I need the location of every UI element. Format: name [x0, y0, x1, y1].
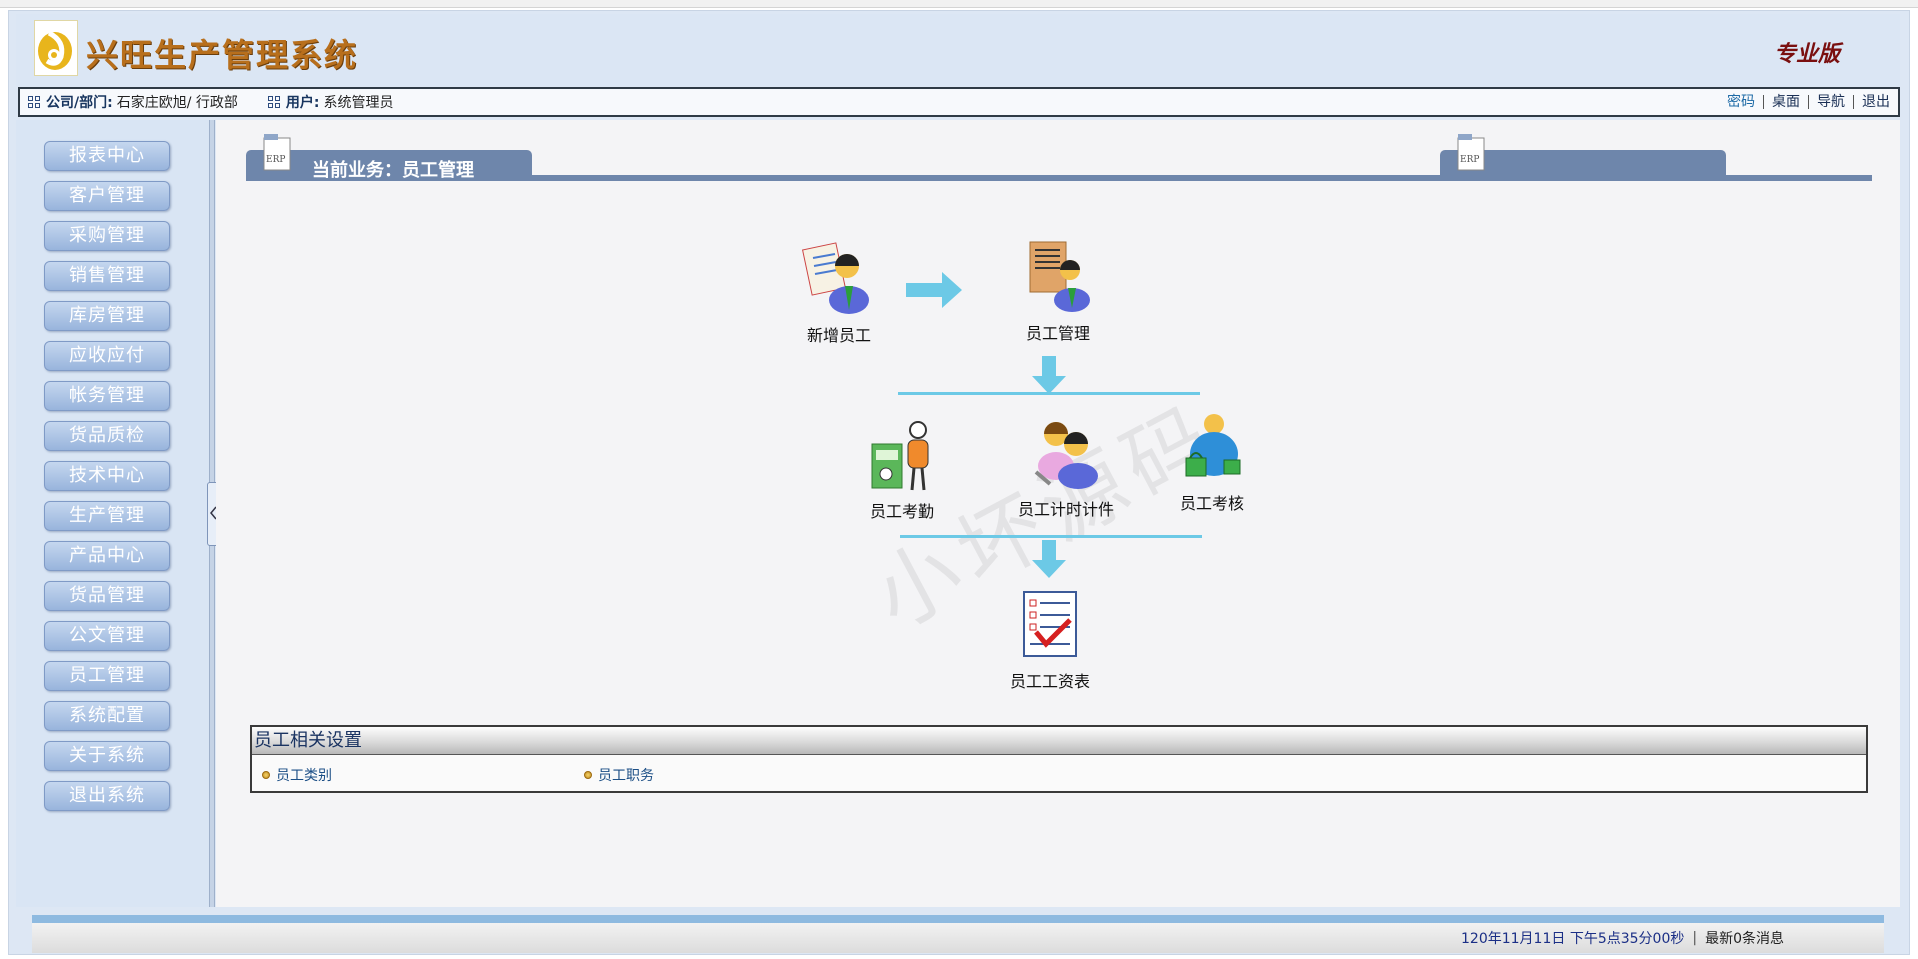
- sidebar-item-purchase[interactable]: 采购管理: [44, 221, 170, 251]
- sidebar-item-warehouse[interactable]: 库房管理: [44, 301, 170, 331]
- footer-messages[interactable]: 最新0条消息: [1705, 928, 1784, 948]
- employee-management-node[interactable]: 员工管理: [1008, 238, 1108, 344]
- footer-accent-bar: [32, 915, 1884, 923]
- status-footer: 120年11月11日 下午5点35分00秒 | 最新0条消息: [32, 923, 1884, 953]
- add-employee-label: 新增员工: [806, 326, 871, 345]
- bullet-icon: [584, 771, 592, 779]
- sidebar-item-quality[interactable]: 货品质检: [44, 421, 170, 451]
- sidebar: 报表中心 客户管理 采购管理 销售管理 库房管理 应收应付 帐务管理 货品质检 …: [16, 120, 209, 907]
- employee-category-label: 员工类别: [276, 768, 332, 784]
- user-label: 用户:: [285, 95, 320, 111]
- window-top-strip: [0, 0, 1918, 8]
- sidebar-item-accounting[interactable]: 帐务管理: [44, 381, 170, 411]
- logo-icon: [38, 30, 72, 70]
- employee-management-label: 员工管理: [1025, 324, 1090, 343]
- sidebar-item-exit[interactable]: 退出系统: [44, 781, 170, 811]
- user-value: 系统管理员: [323, 95, 394, 111]
- company-label: 公司/部门:: [46, 95, 113, 111]
- settings-body: 员工类别 员工职务: [252, 755, 1866, 791]
- user-info: 用户: 系统管理员: [267, 92, 394, 112]
- sidebar-item-tech[interactable]: 技术中心: [44, 461, 170, 491]
- attendance-label: 员工考勤: [869, 502, 934, 521]
- timesheet-node[interactable]: 员工计时计件: [996, 414, 1136, 520]
- info-bar: 公司/部门: 石家庄欧旭/ 行政部 用户: 系统管理员 密码 桌面 导航 退出: [18, 87, 1900, 117]
- sidebar-item-product[interactable]: 产品中心: [44, 541, 170, 571]
- grid-icon: [28, 96, 40, 108]
- password-link[interactable]: 密码: [1719, 95, 1764, 109]
- sidebar-item-customer[interactable]: 客户管理: [44, 181, 170, 211]
- timesheet-label: 员工计时计件: [1017, 500, 1114, 519]
- main-content: ERP ERP 当前业务：员工管理 小坏源码 新增员工 员工管理 员工考勤 员工…: [216, 120, 1900, 907]
- sidebar-item-about[interactable]: 关于系统: [44, 741, 170, 771]
- footer-separator: |: [1692, 930, 1698, 946]
- sidebar-item-report-center[interactable]: 报表中心: [44, 141, 170, 171]
- company-info: 公司/部门: 石家庄欧旭/ 行政部: [28, 92, 238, 112]
- attendance-node[interactable]: 员工考勤: [852, 416, 952, 522]
- grid-icon: [267, 96, 280, 108]
- employee-position-label: 员工职务: [598, 768, 654, 784]
- desktop-link[interactable]: 桌面: [1764, 95, 1809, 109]
- payroll-icon: [1023, 591, 1077, 657]
- payroll-node[interactable]: 员工工资表: [1000, 586, 1100, 692]
- top-links: 密码 桌面 导航 退出: [1719, 95, 1890, 109]
- navigation-link[interactable]: 导航: [1809, 95, 1854, 109]
- app-title: 兴旺生产管理系统: [86, 36, 359, 74]
- sidebar-item-production[interactable]: 生产管理: [44, 501, 170, 531]
- company-value: 石家庄欧旭/ 行政部: [116, 95, 238, 111]
- assessment-node[interactable]: 员工考核: [1162, 408, 1262, 514]
- attendance-icon: [871, 421, 929, 491]
- sidebar-item-employees[interactable]: 员工管理: [44, 661, 170, 691]
- employee-category-link[interactable]: 员工类别: [262, 765, 332, 785]
- employee-position-link[interactable]: 员工职务: [584, 765, 654, 785]
- app-logo: [34, 20, 78, 76]
- sidebar-item-receivable[interactable]: 应收应付: [44, 341, 170, 371]
- footer-time: 120年11月11日 下午5点35分00秒: [1461, 931, 1685, 947]
- employee-management-icon: [1029, 241, 1090, 312]
- employee-settings-panel: 员工相关设置 员工类别 员工职务: [250, 725, 1868, 793]
- sidebar-item-goods[interactable]: 货品管理: [44, 581, 170, 611]
- bullet-icon: [262, 771, 270, 779]
- sidebar-item-config[interactable]: 系统配置: [44, 701, 170, 731]
- add-employee-node[interactable]: 新增员工: [784, 240, 894, 346]
- app-header: 兴旺生产管理系统 专业版: [16, 14, 1900, 86]
- sidebar-item-documents[interactable]: 公文管理: [44, 621, 170, 651]
- logout-link[interactable]: 退出: [1854, 95, 1890, 109]
- edition-label: 专业版: [1773, 41, 1840, 67]
- payroll-label: 员工工资表: [1009, 672, 1090, 691]
- add-employee-icon: [801, 242, 869, 314]
- assessment-label: 员工考核: [1179, 494, 1244, 513]
- assessment-icon: [1185, 414, 1241, 477]
- timesheet-icon: [1034, 422, 1098, 489]
- settings-title: 员工相关设置: [252, 727, 1866, 755]
- employee-flow-diagram: 新增员工 员工管理 员工考勤 员工计时计件 员工考核 员工工资表: [216, 120, 1900, 720]
- sidebar-item-sales[interactable]: 销售管理: [44, 261, 170, 291]
